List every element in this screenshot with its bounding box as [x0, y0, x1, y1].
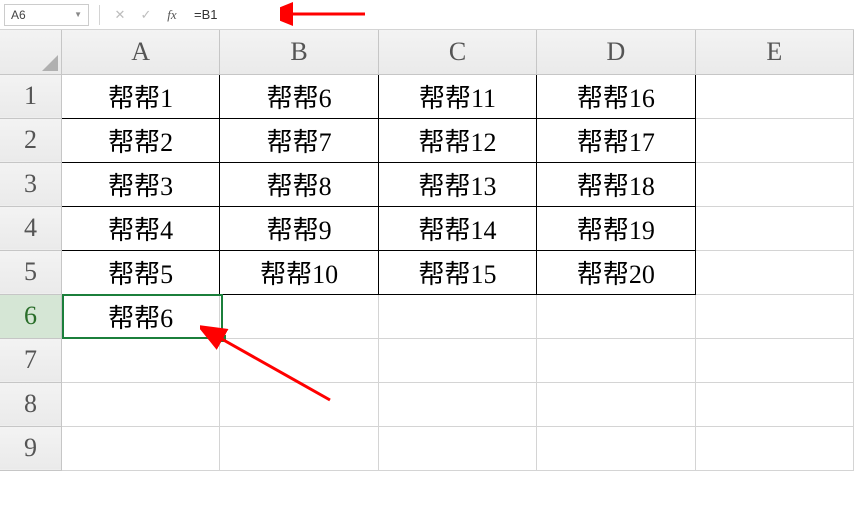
cell-D2[interactable]: 帮帮17	[537, 118, 695, 162]
cell-E8[interactable]	[695, 382, 853, 426]
cell-D5[interactable]: 帮帮20	[537, 250, 695, 294]
row-header-5[interactable]: 5	[0, 250, 61, 294]
cell-B8[interactable]	[220, 382, 378, 426]
cell-C7[interactable]	[378, 338, 536, 382]
cell-C3[interactable]: 帮帮13	[378, 162, 536, 206]
cell-A8[interactable]	[61, 382, 219, 426]
separator	[99, 5, 100, 25]
cell-C8[interactable]	[378, 382, 536, 426]
row-header-8[interactable]: 8	[0, 382, 61, 426]
cell-D3[interactable]: 帮帮18	[537, 162, 695, 206]
column-header-D[interactable]: D	[537, 30, 695, 74]
cell-B9[interactable]	[220, 426, 378, 470]
cell-E7[interactable]	[695, 338, 853, 382]
cell-E4[interactable]	[695, 206, 853, 250]
fx-icon: fx	[167, 7, 176, 23]
cell-E1[interactable]	[695, 74, 853, 118]
cell-A6[interactable]: 帮帮6	[61, 294, 219, 338]
column-header-B[interactable]: B	[220, 30, 378, 74]
select-all-corner[interactable]	[0, 30, 61, 74]
cell-A9[interactable]	[61, 426, 219, 470]
formula-input[interactable]: =B1	[188, 4, 248, 26]
column-header-E[interactable]: E	[695, 30, 853, 74]
cell-D8[interactable]	[537, 382, 695, 426]
cell-A5[interactable]: 帮帮5	[61, 250, 219, 294]
cancel-button[interactable]: ✕	[110, 5, 130, 25]
check-icon: ✓	[141, 7, 152, 23]
cell-D7[interactable]	[537, 338, 695, 382]
cell-E2[interactable]	[695, 118, 853, 162]
cell-E3[interactable]	[695, 162, 853, 206]
chevron-down-icon: ▼	[74, 10, 82, 19]
cell-B6[interactable]	[220, 294, 378, 338]
row-header-4[interactable]: 4	[0, 206, 61, 250]
cell-B4[interactable]: 帮帮9	[220, 206, 378, 250]
cell-A7[interactable]	[61, 338, 219, 382]
column-header-C[interactable]: C	[378, 30, 536, 74]
fx-button[interactable]: fx	[162, 5, 182, 25]
close-icon: ✕	[115, 7, 126, 23]
cell-C4[interactable]: 帮帮14	[378, 206, 536, 250]
cell-B2[interactable]: 帮帮7	[220, 118, 378, 162]
cell-D9[interactable]	[537, 426, 695, 470]
row-header-2[interactable]: 2	[0, 118, 61, 162]
cell-E9[interactable]	[695, 426, 853, 470]
spreadsheet-grid[interactable]: ABCDE 1帮帮1帮帮6帮帮11帮帮162帮帮2帮帮7帮帮12帮帮173帮帮3…	[0, 30, 854, 471]
column-header-A[interactable]: A	[61, 30, 219, 74]
cell-C6[interactable]	[378, 294, 536, 338]
cell-D6[interactable]	[537, 294, 695, 338]
cell-D1[interactable]: 帮帮16	[537, 74, 695, 118]
cell-D4[interactable]: 帮帮19	[537, 206, 695, 250]
cell-E5[interactable]	[695, 250, 853, 294]
formula-bar: A6 ▼ ✕ ✓ fx =B1	[0, 0, 854, 30]
name-box[interactable]: A6 ▼	[4, 4, 89, 26]
name-box-value: A6	[11, 8, 26, 22]
cell-B3[interactable]: 帮帮8	[220, 162, 378, 206]
row-header-9[interactable]: 9	[0, 426, 61, 470]
cell-B5[interactable]: 帮帮10	[220, 250, 378, 294]
formula-text: =B1	[194, 7, 218, 22]
cell-C9[interactable]	[378, 426, 536, 470]
cell-C5[interactable]: 帮帮15	[378, 250, 536, 294]
cell-B1[interactable]: 帮帮6	[220, 74, 378, 118]
row-header-6[interactable]: 6	[0, 294, 61, 338]
cell-E6[interactable]	[695, 294, 853, 338]
row-header-3[interactable]: 3	[0, 162, 61, 206]
cell-A3[interactable]: 帮帮3	[61, 162, 219, 206]
cell-A2[interactable]: 帮帮2	[61, 118, 219, 162]
cell-B7[interactable]	[220, 338, 378, 382]
row-header-1[interactable]: 1	[0, 74, 61, 118]
cell-C1[interactable]: 帮帮11	[378, 74, 536, 118]
cell-A4[interactable]: 帮帮4	[61, 206, 219, 250]
cell-C2[interactable]: 帮帮12	[378, 118, 536, 162]
row-header-7[interactable]: 7	[0, 338, 61, 382]
enter-button[interactable]: ✓	[136, 5, 156, 25]
cell-A1[interactable]: 帮帮1	[61, 74, 219, 118]
